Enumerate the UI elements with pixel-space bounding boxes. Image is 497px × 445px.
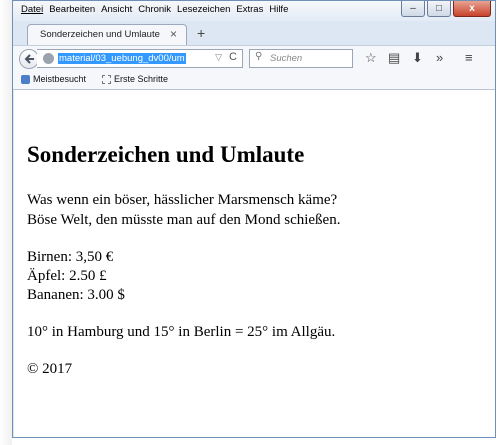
back-button[interactable] [19,49,39,69]
price-line: Birnen: 3,50 € [27,249,114,265]
paragraph-line: Was wenn ein böser, hässlicher Marsmensc… [27,192,338,208]
bookmark-label: Meistbesucht [33,74,87,84]
bookmark-meistbesucht[interactable]: Meistbesucht [21,74,86,84]
overflow-icon[interactable]: » [436,50,443,65]
globe-icon [43,53,54,64]
menu-datei[interactable]: Datei [21,4,43,15]
dropdown-icon[interactable]: ▽ [215,52,222,63]
window-shadow [0,0,12,445]
browser-window: Datei Bearbeiten Ansicht Chronik Lesezei… [12,0,496,438]
paragraph-line: Böse Welt, den müsste man auf den Mond s… [27,212,341,228]
address-bar-url[interactable]: material/03_uebung_dv00/um [58,53,186,64]
hamburger-menu-icon[interactable]: ≡ [465,50,473,65]
most-visited-icon [21,74,30,84]
bookmarks-toolbar: Meistbesucht Erste Schritte [13,71,495,90]
star-icon[interactable]: ☆ [365,50,377,66]
tab-close-icon[interactable]: × [170,27,177,41]
reading-list-icon[interactable]: ▤ [388,50,400,66]
page-icon [102,74,111,84]
menu-bearbeiten[interactable]: Bearbeiten [49,4,95,15]
menu-bar: Datei Bearbeiten Ansicht Chronik Lesezei… [13,1,495,21]
maximize-button[interactable]: □ [427,1,451,17]
address-bar[interactable]: material/03_uebung_dv00/um ▽ C [37,49,243,68]
reload-icon[interactable]: C [229,51,237,63]
page-heading: Sonderzeichen und Umlaute [27,142,305,167]
copyright-line: © 2017 [27,361,73,377]
menu-ansicht[interactable]: Ansicht [101,4,132,15]
minimize-button[interactable]: – [401,1,425,17]
price-line: Äpfel: 2.50 £ [27,268,107,284]
bookmark-label: Erste Schritte [114,74,169,84]
page-content: Sonderzeichen und Umlaute Was wenn ein b… [14,90,495,437]
bookmark-erste-schritte[interactable]: Erste Schritte [102,74,168,84]
price-line: Bananen: 3.00 $ [27,287,125,303]
menu-lesezeichen[interactable]: Lesezeichen [177,4,230,15]
download-icon[interactable]: ⬇ [412,50,423,66]
close-window-button[interactable]: x [453,1,491,17]
nav-bar: material/03_uebung_dv00/um ▽ C ⚲ Suchen … [13,45,495,71]
menu-hilfe[interactable]: Hilfe [269,4,288,15]
tab-active[interactable]: Sonderzeichen und Umlaute × [27,24,187,45]
new-tab-icon[interactable]: + [197,25,205,41]
back-arrow-icon [24,54,34,64]
menu-extras[interactable]: Extras [236,4,263,15]
temperature-line: 10° in Hamburg und 15° in Berlin = 25° i… [27,324,336,340]
tab-title: Sonderzeichen und Umlaute [40,29,160,40]
menu-chronik[interactable]: Chronik [138,4,171,15]
search-placeholder: Suchen [270,53,303,64]
tab-strip: Sonderzeichen und Umlaute × + [13,21,495,45]
search-field[interactable]: ⚲ Suchen [249,49,353,68]
search-icon: ⚲ [255,51,263,62]
